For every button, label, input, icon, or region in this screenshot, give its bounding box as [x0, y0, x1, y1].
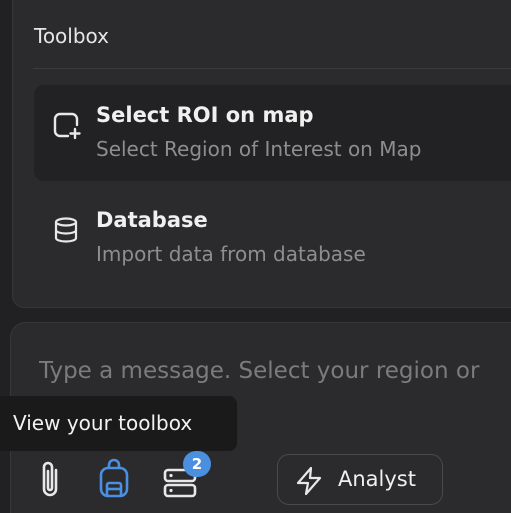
paperclip-icon: [42, 461, 58, 497]
square-plus-icon: [53, 112, 81, 140]
toolbox-button[interactable]: [94, 458, 134, 502]
analyst-mode-label: Analyst: [338, 467, 416, 491]
toolbox-title: Toolbox: [34, 24, 109, 48]
tool-select-roi[interactable]: Select ROI on map Select Region of Inter…: [34, 85, 511, 181]
chat-page: Toolbox Select ROI on map Select Region …: [0, 0, 511, 513]
backpack-icon: [99, 458, 129, 498]
toolbox-tooltip: View your toolbox: [0, 396, 237, 451]
database-icon: [54, 217, 78, 243]
message-input[interactable]: [39, 351, 511, 391]
tool-roi-name: Select ROI on map: [96, 103, 314, 127]
toolbox-count-badge: 2: [183, 451, 211, 477]
tool-roi-description: Select Region of Interest on Map: [96, 137, 422, 161]
toolbox-panel: Toolbox Select ROI on map Select Region …: [12, 0, 511, 308]
toolbox-divider: [33, 68, 511, 69]
tool-database[interactable]: Database Import data from database: [34, 190, 511, 286]
attach-button[interactable]: [30, 458, 70, 502]
analyst-mode-button[interactable]: Analyst: [277, 454, 443, 505]
lightning-icon: [296, 466, 322, 496]
tool-database-description: Import data from database: [96, 242, 366, 266]
tool-database-name: Database: [96, 208, 208, 232]
